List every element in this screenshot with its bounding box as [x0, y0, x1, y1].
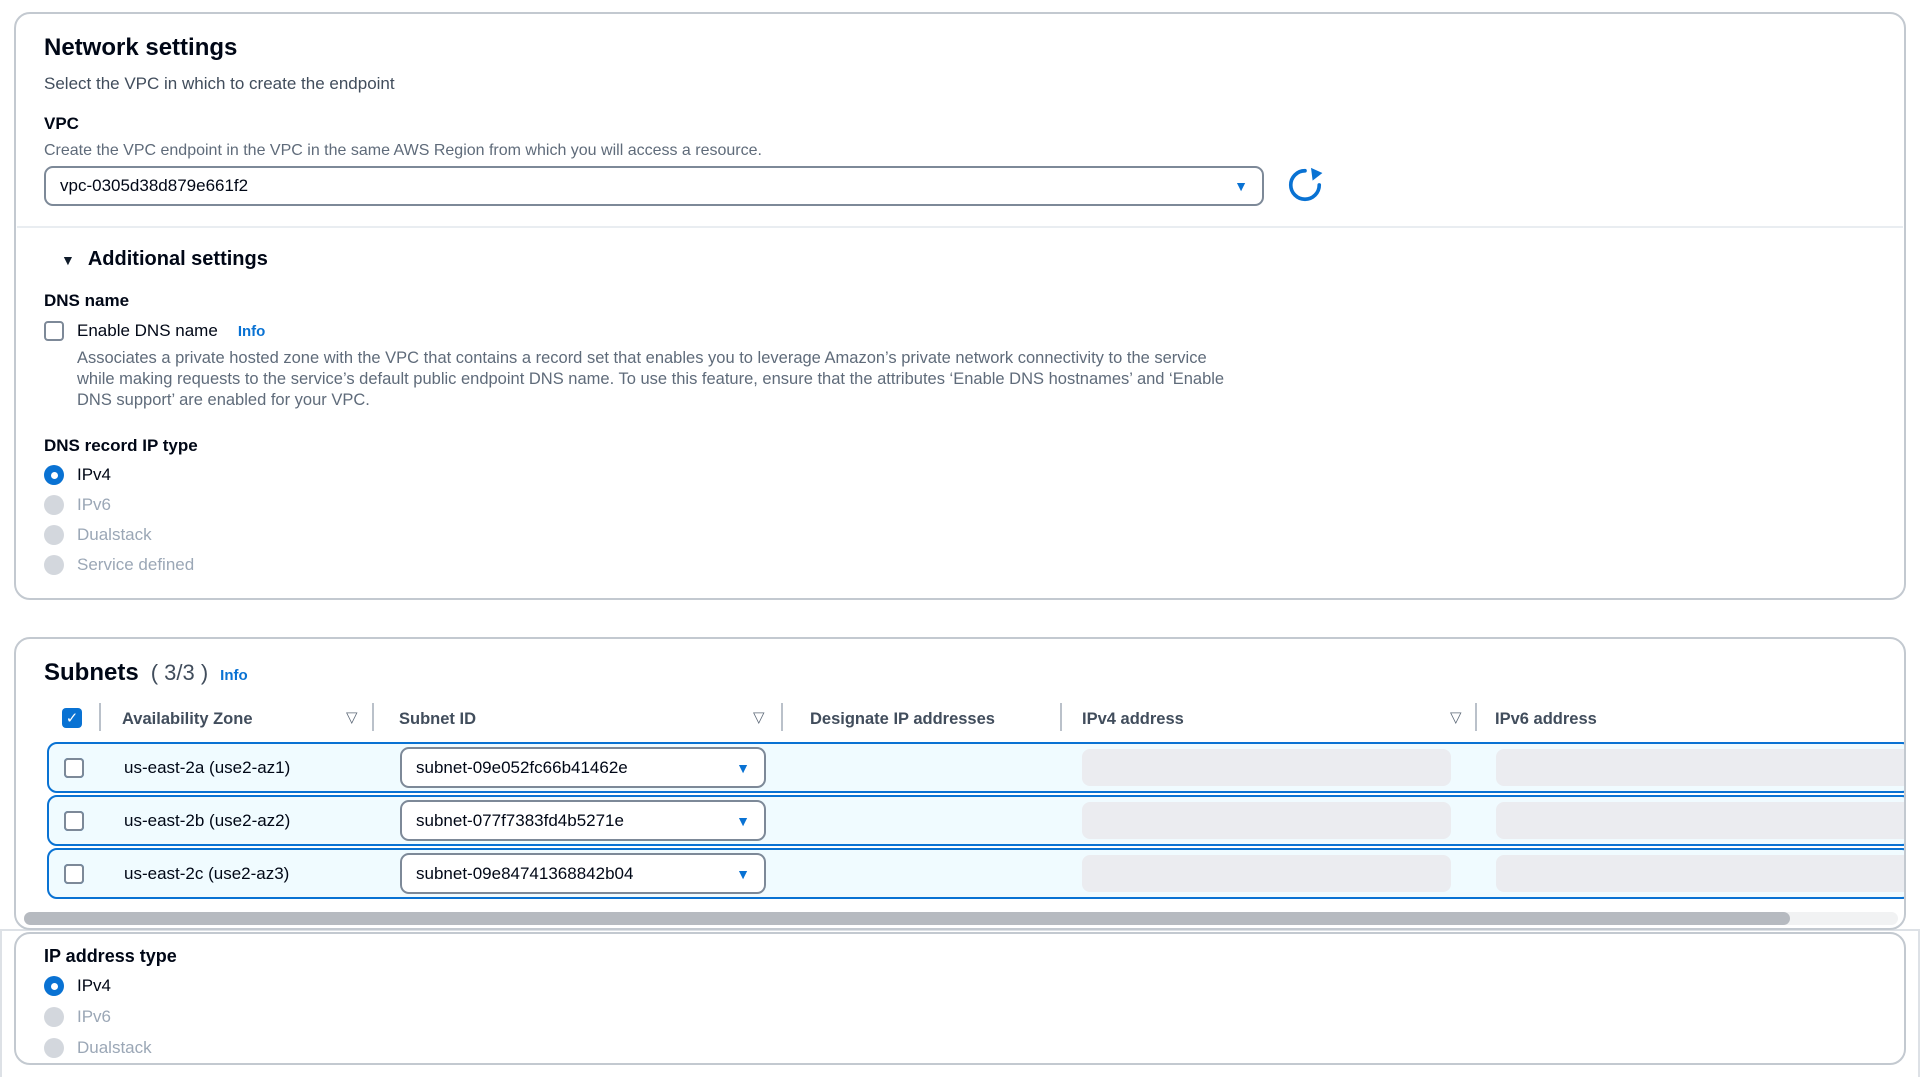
section-subtitle: Select the VPC in which to create the en… [44, 74, 395, 94]
radio-option-label: IPv6 [77, 495, 111, 515]
designate-ip-checkbox[interactable] [64, 811, 84, 831]
subnet-id-select[interactable]: subnet-09e84741368842b04 ▼ [400, 853, 766, 894]
subnet-table-row: ✓ us-east-2b (use2-az2) subnet-077f7383f… [47, 795, 1906, 846]
page-title: Network settings [44, 34, 237, 62]
sort-icon[interactable]: ▽ [753, 708, 765, 726]
chevron-down-icon: ▼ [736, 761, 750, 775]
sort-icon[interactable]: ▽ [1450, 708, 1462, 726]
subnet-id-select[interactable]: subnet-077f7383fd4b5271e ▼ [400, 800, 766, 841]
dns-record-ip-type-group: IPv4 IPv6 Dualstack Service defined [44, 465, 194, 585]
sort-icon[interactable]: ▽ [346, 708, 358, 726]
column-header-ipv4-address[interactable]: IPv4 address [1082, 710, 1184, 729]
subnet-id-select[interactable]: subnet-09e052fc66b41462e ▼ [400, 747, 766, 788]
radio-option-ipv6: IPv6 [44, 1007, 152, 1027]
select-all-checkbox[interactable]: ✓ [62, 708, 82, 728]
column-divider [1060, 703, 1062, 731]
dns-description-line: DNS support’ are enabled for your VPC. [77, 390, 1224, 411]
ip-address-type-label: IP address type [44, 946, 177, 967]
vpc-label: VPC [44, 114, 79, 134]
availability-zone-cell: us-east-2c (use2-az3) [124, 850, 289, 897]
enable-dns-name-label: Enable DNS name [77, 321, 218, 341]
column-divider [99, 703, 101, 731]
additional-settings-expander[interactable]: ▼ Additional settings [61, 248, 268, 271]
chevron-down-icon: ▼ [1234, 179, 1248, 193]
subnets-card: Subnets ( 3/3 ) Info ✓ Availability Zone… [14, 637, 1906, 930]
radio-disabled-icon [44, 1007, 64, 1027]
divider [17, 226, 1903, 228]
radio-option-label: Dualstack [77, 1038, 152, 1058]
horizontal-scrollbar-thumb[interactable] [24, 912, 1790, 925]
radio-option-dualstack: Dualstack [44, 525, 194, 545]
designate-ip-checkbox[interactable] [64, 758, 84, 778]
vpc-endpoint-form: Network settings Select the VPC in which… [0, 0, 1920, 1077]
column-header-designate-ip: Designate IP addresses [810, 710, 995, 729]
vpc-select[interactable]: vpc-0305d38d879e661f2 ▼ [44, 166, 1264, 206]
radio-option-label: Dualstack [77, 525, 152, 545]
vpc-select-value: vpc-0305d38d879e661f2 [60, 176, 248, 196]
radio-selected-icon[interactable] [44, 976, 64, 996]
subnet-table-row: ✓ us-east-2a (use2-az1) subnet-09e052fc6… [47, 742, 1906, 793]
ipv6-address-input-disabled [1496, 802, 1906, 839]
dns-name-description: Associates a private hosted zone with th… [77, 348, 1224, 411]
radio-option-ipv4[interactable]: IPv4 [44, 976, 152, 996]
additional-settings-title: Additional settings [88, 248, 268, 271]
dns-description-line: while making requests to the service’s d… [77, 369, 1224, 390]
column-divider [1475, 703, 1477, 731]
radio-option-ipv4[interactable]: IPv4 [44, 465, 194, 485]
radio-option-label: IPv6 [77, 1007, 111, 1027]
chevron-down-icon: ▼ [736, 814, 750, 828]
radio-selected-icon[interactable] [44, 465, 64, 485]
caret-down-icon: ▼ [61, 252, 75, 268]
ipv6-address-input-disabled [1496, 855, 1906, 892]
ipv4-address-input-disabled [1082, 855, 1451, 892]
dns-description-line: Associates a private hosted zone with th… [77, 348, 1224, 369]
radio-option-label: IPv4 [77, 976, 111, 996]
radio-disabled-icon [44, 555, 64, 575]
radio-option-ipv6: IPv6 [44, 495, 194, 515]
subnet-id-value: subnet-09e84741368842b04 [416, 864, 633, 884]
vpc-description: Create the VPC endpoint in the VPC in th… [44, 140, 762, 161]
subnets-title: Subnets [44, 659, 139, 687]
dns-name-info-link[interactable]: Info [238, 323, 266, 340]
ip-address-type-group: IPv4 IPv6 Dualstack [44, 976, 152, 1068]
availability-zone-cell: us-east-2b (use2-az2) [124, 797, 290, 844]
ipv4-address-input-disabled [1082, 802, 1451, 839]
horizontal-scrollbar-track [24, 912, 1898, 925]
section-edge-left [0, 929, 2, 1077]
ipv6-address-input-disabled [1496, 749, 1906, 786]
designate-ip-checkbox[interactable] [64, 864, 84, 884]
availability-zone-cell: us-east-2a (use2-az1) [124, 744, 290, 791]
subnets-counter: ( 3/3 ) [151, 660, 208, 686]
subnet-id-value: subnet-09e052fc66b41462e [416, 758, 628, 778]
column-divider [372, 703, 374, 731]
column-divider [781, 703, 783, 731]
ipv4-address-input-disabled [1082, 749, 1451, 786]
subnets-info-link[interactable]: Info [220, 667, 248, 684]
subnet-id-value: subnet-077f7383fd4b5271e [416, 811, 624, 831]
dns-name-label: DNS name [44, 291, 129, 311]
enable-dns-name-row: Enable DNS name Info [44, 321, 265, 341]
enable-dns-name-checkbox[interactable] [44, 321, 64, 341]
dns-record-ip-type-label: DNS record IP type [44, 436, 198, 456]
refresh-icon [1286, 166, 1324, 207]
chevron-down-icon: ▼ [736, 867, 750, 881]
subnets-title-row: Subnets ( 3/3 ) Info [44, 659, 248, 687]
radio-option-dualstack: Dualstack [44, 1038, 152, 1058]
radio-option-label: Service defined [77, 555, 194, 575]
radio-option-service-defined: Service defined [44, 555, 194, 575]
network-settings-card: Network settings Select the VPC in which… [14, 12, 1906, 600]
refresh-button[interactable] [1285, 166, 1325, 206]
radio-disabled-icon [44, 495, 64, 515]
ip-address-type-card: IP address type IPv4 IPv6 Dualstack [14, 932, 1906, 1065]
radio-option-label: IPv4 [77, 465, 111, 485]
column-header-ipv6-address: IPv6 address [1495, 710, 1597, 729]
column-header-availability-zone[interactable]: Availability Zone [122, 710, 253, 729]
subnet-table-row: ✓ us-east-2c (use2-az3) subnet-09e847413… [47, 848, 1906, 899]
radio-disabled-icon [44, 525, 64, 545]
radio-disabled-icon [44, 1038, 64, 1058]
column-header-subnet-id[interactable]: Subnet ID [399, 710, 476, 729]
